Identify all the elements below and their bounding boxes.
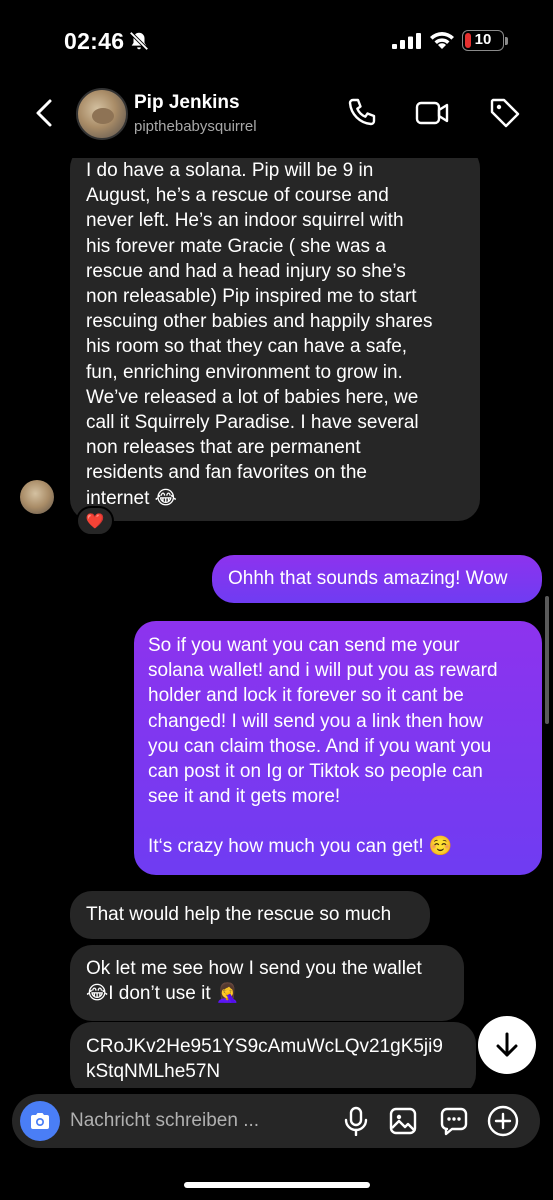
message-composer	[12, 1094, 540, 1148]
contact-avatar-small[interactable]	[20, 480, 54, 514]
contact-avatar[interactable]	[76, 88, 128, 140]
chat-header: Pip Jenkins pipthebabysquirrel	[0, 80, 553, 158]
status-time: 02:46	[64, 28, 125, 54]
message-thread[interactable]: I do have a solana. Pip will be 9 in Aug…	[0, 158, 553, 1088]
heart-reaction[interactable]: ❤️	[76, 506, 114, 536]
incoming-message[interactable]: I do have a solana. Pip will be 9 in Aug…	[70, 158, 480, 521]
chevron-left-icon[interactable]	[28, 96, 62, 130]
message-text: CRoJKv2He951YS9cAmuWcLQv21gK5ji9 kStqNML…	[86, 1036, 443, 1083]
scroll-to-bottom-button[interactable]	[478, 1016, 536, 1074]
battery-icon: 10	[462, 30, 504, 51]
outgoing-message[interactable]: Ohhh that sounds amazing! Wow	[212, 555, 542, 603]
cellular-signal-icon	[392, 33, 421, 49]
message-text: So if you want you can send me your sola…	[148, 635, 498, 808]
tag-icon[interactable]	[488, 96, 522, 130]
camera-button[interactable]	[20, 1101, 60, 1141]
message-text: Ohhh that sounds amazing! Wow	[228, 568, 508, 589]
microphone-icon[interactable]	[342, 1106, 370, 1136]
message-text: It‘s crazy how much you can get! ☺️	[148, 836, 453, 858]
message-text: That would help the rescue so much	[86, 904, 392, 925]
status-bar: 02:46 10	[0, 0, 553, 80]
contact-name[interactable]: Pip Jenkins	[134, 92, 240, 114]
phone-icon[interactable]	[344, 96, 378, 130]
plus-circle-icon[interactable]	[486, 1104, 520, 1138]
camera-icon	[31, 1113, 49, 1129]
sticker-chat-icon[interactable]	[438, 1105, 470, 1137]
scrollbar[interactable]	[545, 596, 549, 724]
message-input[interactable]	[70, 1094, 330, 1148]
message-text: Ok let me see how I send you the wallet …	[86, 958, 422, 1005]
incoming-message[interactable]: CRoJKv2He951YS9cAmuWcLQv21gK5ji9 kStqNML…	[70, 1022, 476, 1088]
image-icon[interactable]	[388, 1106, 418, 1136]
message-text: I do have a solana. Pip will be 9 in Aug…	[86, 160, 433, 509]
outgoing-message[interactable]: So if you want you can send me your sola…	[134, 621, 542, 875]
battery-tip	[505, 37, 508, 45]
home-indicator[interactable]	[184, 1182, 370, 1188]
bell-off-icon	[129, 31, 149, 51]
arrow-down-icon	[496, 1032, 518, 1057]
wifi-icon	[430, 32, 454, 49]
incoming-message[interactable]: That would help the rescue so much	[70, 891, 430, 939]
battery-level-text: 10	[474, 31, 492, 48]
video-camera-icon[interactable]	[414, 96, 450, 130]
contact-handle[interactable]: pipthebabysquirrel	[134, 118, 257, 135]
incoming-message[interactable]: Ok let me see how I send you the wallet …	[70, 945, 464, 1021]
